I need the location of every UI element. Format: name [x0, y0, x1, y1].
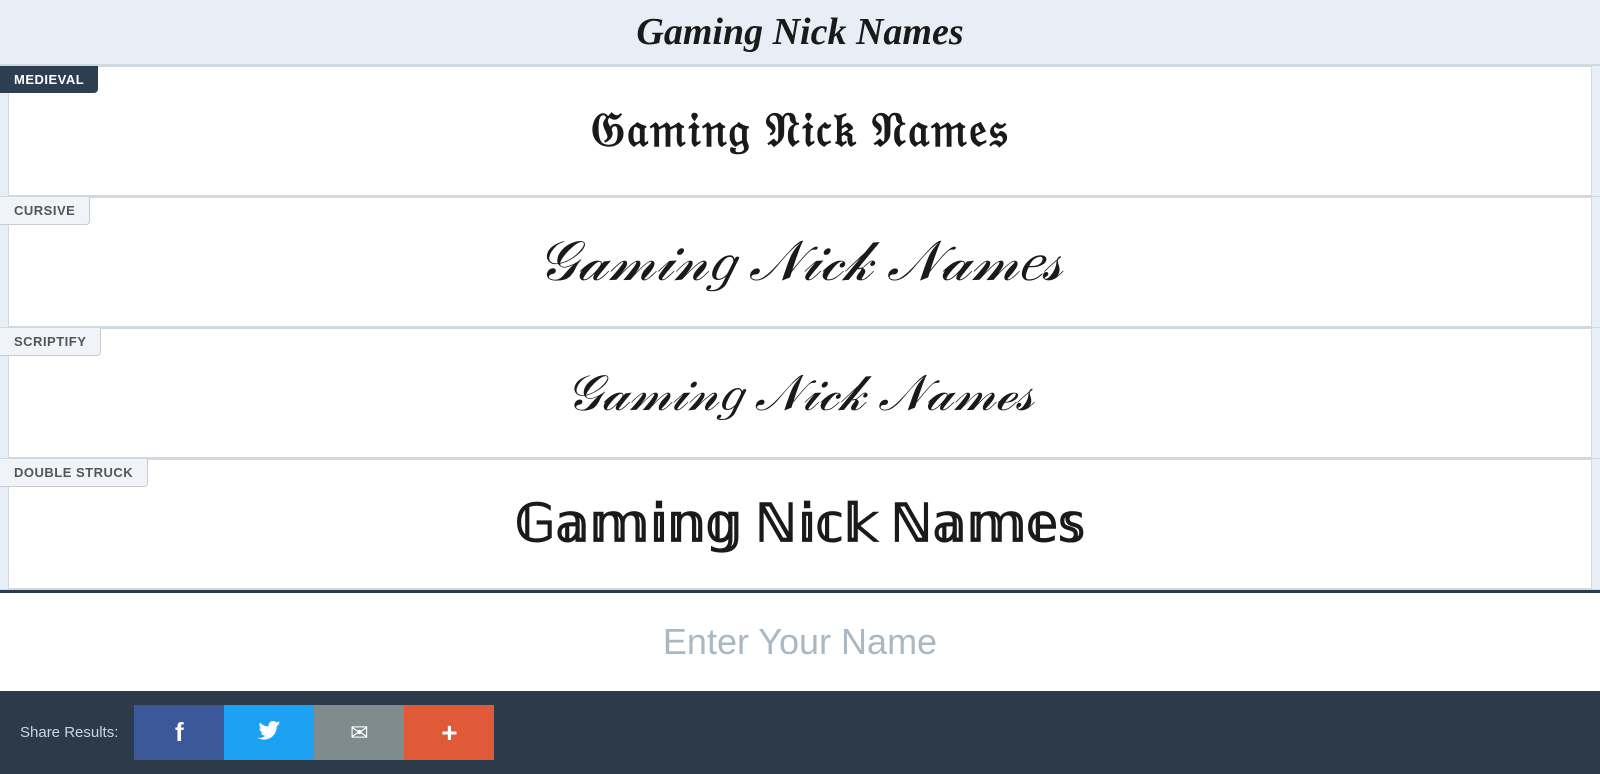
cursive-label: CURSIVE	[0, 197, 90, 225]
medieval-section: MEDIEVAL 𝔊𝔞𝔪𝔦𝔫𝔤 𝔑𝔦𝔠𝔨 𝔑𝔞𝔪𝔢𝔰	[0, 66, 1600, 197]
scriptify-display: 𝒢𝒶𝓂𝒾𝓃𝑔 𝒩𝒾𝒸𝓀 𝒩𝒶𝓂ℯ𝓈	[8, 328, 1592, 458]
twitter-icon	[257, 721, 281, 745]
top-preview-section: Gaming Nick Names	[0, 0, 1600, 66]
scriptify-section: SCRIPTIFY 𝒢𝒶𝓂𝒾𝓃𝑔 𝒩𝒾𝒸𝓀 𝒩𝒶𝓂ℯ𝓈	[0, 328, 1600, 459]
scriptify-text: 𝒢𝒶𝓂𝒾𝓃𝑔 𝒩𝒾𝒸𝓀 𝒩𝒶𝓂ℯ𝓈	[566, 364, 1034, 423]
top-preview-text: Gaming Nick Names	[636, 10, 963, 54]
email-share-button[interactable]: ✉	[314, 705, 404, 760]
share-label: Share Results:	[20, 724, 118, 741]
cursive-text: 𝒢𝒶𝓂𝒾𝓃𝑔 𝒩𝒾𝒸𝓀 𝒩𝒶𝓂𝑒𝓈	[538, 230, 1063, 295]
twitter-share-button[interactable]	[224, 705, 314, 760]
scriptify-label: SCRIPTIFY	[0, 328, 101, 356]
medieval-text: 𝔊𝔞𝔪𝔦𝔫𝔤 𝔑𝔦𝔠𝔨 𝔑𝔞𝔪𝔢𝔰	[591, 103, 1009, 159]
name-input[interactable]	[0, 590, 1600, 691]
medieval-label: MEDIEVAL	[0, 66, 98, 93]
share-bar: Share Results: f ✉ +	[0, 691, 1600, 774]
facebook-share-button[interactable]: f	[134, 705, 224, 760]
cursive-display: 𝒢𝒶𝓂𝒾𝓃𝑔 𝒩𝒾𝒸𝓀 𝒩𝒶𝓂𝑒𝓈	[8, 197, 1592, 327]
double-struck-display: 𝔾𝕒𝕞𝕚𝕟𝕘 ℕ𝕚𝕔𝕜 ℕ𝕒𝕞𝕖𝕤	[8, 459, 1592, 589]
share-buttons: f ✉ +	[134, 705, 494, 760]
top-preview-display: Gaming Nick Names	[0, 0, 1600, 65]
medieval-display: 𝔊𝔞𝔪𝔦𝔫𝔤 𝔑𝔦𝔠𝔨 𝔑𝔞𝔪𝔢𝔰	[8, 66, 1592, 196]
double-struck-section: DOUBLE STRUCK 𝔾𝕒𝕞𝕚𝕟𝕘 ℕ𝕚𝕔𝕜 ℕ𝕒𝕞𝕖𝕤	[0, 459, 1600, 590]
cursive-section: CURSIVE 𝒢𝒶𝓂𝒾𝓃𝑔 𝒩𝒾𝒸𝓀 𝒩𝒶𝓂𝑒𝓈	[0, 197, 1600, 328]
input-section	[0, 590, 1600, 691]
double-struck-label: DOUBLE STRUCK	[0, 459, 148, 487]
more-share-button[interactable]: +	[404, 705, 494, 760]
double-struck-text: 𝔾𝕒𝕞𝕚𝕟𝕘 ℕ𝕚𝕔𝕜 ℕ𝕒𝕞𝕖𝕤	[515, 494, 1085, 554]
